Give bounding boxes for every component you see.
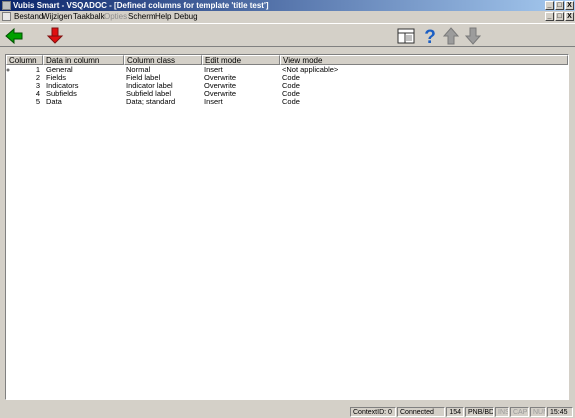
minimize-button[interactable]: _ xyxy=(545,1,554,10)
move-up-icon xyxy=(442,27,460,45)
menu-bar: Bestand Wijzigen Taakbalk Opties Scherm … xyxy=(0,11,575,22)
status-database: PNB/BD xyxy=(465,407,494,417)
cell-view-mode: Code xyxy=(282,82,300,90)
cell-data-in-column: Data xyxy=(46,98,62,106)
cell-edit-mode: Insert xyxy=(204,66,223,74)
cell-view-mode: Code xyxy=(282,98,300,106)
status-ins: INS xyxy=(495,407,509,417)
status-num: NUM xyxy=(530,407,546,417)
table-row[interactable]: 5 Data Data; standard Insert Code xyxy=(6,98,568,106)
cell-data-in-column: General xyxy=(46,66,73,74)
app-icon[interactable] xyxy=(2,1,11,10)
cell-column-number: 4 xyxy=(35,90,40,98)
app-window: Vubis Smart - VSQADOC - [Defined columns… xyxy=(0,0,575,418)
cell-view-mode: Code xyxy=(282,90,300,98)
cell-data-in-column: Fields xyxy=(46,74,67,82)
header-view-mode[interactable]: View mode xyxy=(280,55,568,65)
header-data-in-column[interactable]: Data in column xyxy=(43,55,124,65)
menu-bestand[interactable]: Bestand xyxy=(14,11,43,22)
cell-view-mode: Code xyxy=(282,74,300,82)
child-minimize-button[interactable]: _ xyxy=(545,12,554,21)
layout-icon xyxy=(397,28,415,44)
table-row[interactable]: 3 Indicators Indicator label Overwrite C… xyxy=(6,82,568,90)
table-row[interactable]: 4 Subfields Subfield label Overwrite Cod… xyxy=(6,90,568,98)
layout-button[interactable] xyxy=(396,26,416,46)
cell-column-class: Field label xyxy=(126,74,161,82)
cell-data-in-column: Indicators xyxy=(46,82,79,90)
svg-text:?: ? xyxy=(424,27,436,46)
status-number: 154 xyxy=(446,407,464,417)
cell-column-number: 3 xyxy=(35,82,40,90)
menu-opties[interactable]: Opties xyxy=(104,11,127,22)
cell-edit-mode: Overwrite xyxy=(204,90,237,98)
cell-edit-mode: Overwrite xyxy=(204,82,237,90)
menu-wijzigen[interactable]: Wijzigen xyxy=(42,11,72,22)
header-column-class[interactable]: Column class xyxy=(124,55,202,65)
move-up-button[interactable] xyxy=(441,26,461,46)
cell-column-number: 2 xyxy=(35,74,40,82)
table-header: Column Data in column Column class Edit … xyxy=(6,55,568,65)
menu-help[interactable]: Help xyxy=(155,11,171,22)
cell-edit-mode: Insert xyxy=(204,98,223,106)
document-icon[interactable] xyxy=(2,12,11,21)
current-row-marker-icon xyxy=(6,68,10,72)
title-bar[interactable]: Vubis Smart - VSQADOC - [Defined columns… xyxy=(0,0,575,11)
download-button[interactable] xyxy=(45,26,65,46)
cell-column-number: 1 xyxy=(35,66,40,74)
status-context-id: ContextID: 0 xyxy=(350,407,396,417)
move-down-button[interactable] xyxy=(463,26,483,46)
download-arrow-icon xyxy=(46,27,64,44)
header-edit-mode[interactable]: Edit mode xyxy=(202,55,280,65)
columns-table[interactable]: Column Data in column Column class Edit … xyxy=(5,54,569,400)
menu-debug[interactable]: Debug xyxy=(174,11,198,22)
close-button[interactable]: X xyxy=(565,1,574,10)
cell-column-class: Subfield label xyxy=(126,90,172,98)
cell-view-mode: <Not applicable> xyxy=(282,66,339,74)
cell-column-class: Indicator label xyxy=(126,82,173,90)
move-down-icon xyxy=(464,27,482,45)
maximize-button[interactable]: □ xyxy=(555,1,564,10)
back-button[interactable] xyxy=(4,26,24,46)
cell-edit-mode: Overwrite xyxy=(204,74,237,82)
header-column[interactable]: Column xyxy=(6,55,43,65)
status-caps: CAPS xyxy=(510,407,529,417)
table-row[interactable]: 1 General Normal Insert <Not applicable> xyxy=(6,66,568,74)
status-connection: Connected xyxy=(397,407,445,417)
back-arrow-icon xyxy=(5,27,23,45)
child-close-button[interactable]: X xyxy=(565,12,574,21)
menu-taakbalk[interactable]: Taakbalk xyxy=(73,11,105,22)
cell-column-number: 5 xyxy=(35,98,40,106)
child-restore-button[interactable]: □ xyxy=(555,12,564,21)
toolbar: ? xyxy=(0,23,575,48)
window-title: Vubis Smart - VSQADOC - [Defined columns… xyxy=(13,1,269,10)
status-time: 15:45 xyxy=(547,407,573,417)
menu-scherm[interactable]: Scherm xyxy=(128,11,156,22)
help-button[interactable]: ? xyxy=(420,26,440,48)
cell-data-in-column: Subfields xyxy=(46,90,77,98)
table-row[interactable]: 2 Fields Field label Overwrite Code xyxy=(6,74,568,82)
help-question-icon: ? xyxy=(424,27,436,48)
status-bar: ContextID: 0 Connected 154 PNB/BD INS CA… xyxy=(0,406,575,418)
cell-column-class: Data; standard xyxy=(126,98,176,106)
cell-column-class: Normal xyxy=(126,66,151,74)
